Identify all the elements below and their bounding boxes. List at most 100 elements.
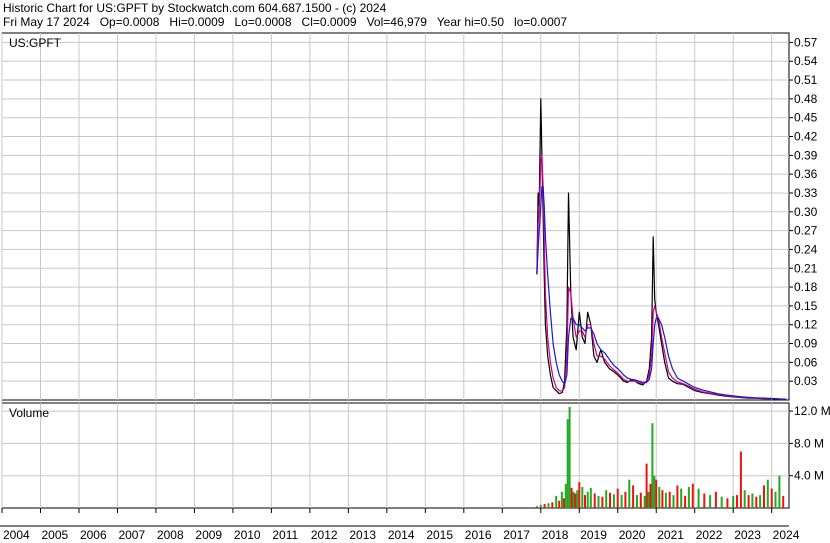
volume-bar: [628, 479, 631, 508]
volume-bar: [570, 487, 573, 508]
price-tick-label: 0.57: [794, 35, 818, 49]
volume-label: Volume: [9, 406, 49, 420]
volume-bar: [651, 423, 654, 508]
price-tick-label: 0.36: [794, 167, 818, 181]
volume-bar: [555, 495, 558, 508]
volume-bar: [766, 479, 769, 508]
volume-bar: [743, 490, 746, 508]
volume-bar: [736, 495, 738, 508]
volume-panel: [1, 402, 790, 509]
volume-bar: [639, 492, 642, 508]
price-tick-label: 0.06: [794, 355, 818, 369]
price-tick-label: 0.54: [794, 54, 818, 68]
volume-bar: [714, 491, 717, 508]
x-tick-label: 2004: [3, 528, 30, 542]
x-tick-label: 2023: [734, 528, 761, 542]
volume-bar: [620, 495, 623, 508]
x-tick-label: 2011: [272, 528, 298, 542]
chart-canvas: 0.57 0.54 0.51 0.48 0.45 0.42 0.39 0.36 0.33 0.30…: [0, 32, 830, 542]
volume-bar: [539, 504, 542, 508]
volume-bar: [655, 479, 658, 508]
volume-bar: [668, 491, 671, 508]
price-axis: 0.57 0.54 0.51 0.48 0.45 0.42 0.39 0.36 0.33 0.30…: [789, 35, 818, 388]
volume-bar: [576, 490, 579, 508]
price-tick-label: 0.03: [794, 374, 818, 388]
x-tick-label: 2016: [465, 528, 492, 542]
volume-bar: [676, 485, 679, 508]
price-tick-label: 0.24: [794, 242, 818, 256]
volume-bar: [684, 495, 687, 508]
volume-bar: [691, 483, 694, 508]
volume-bar: [653, 475, 656, 508]
price-tick-label: 0.42: [794, 130, 818, 144]
volume-bar: [664, 492, 667, 508]
x-tick-label: 2008: [157, 528, 184, 542]
volume-bar: [616, 488, 619, 508]
x-tick-label: 2020: [619, 528, 646, 542]
price-tick-label: 0.30: [794, 205, 818, 219]
time-axis: 2004 2005 2006 2007 2008 2009 2010 2011 2012 2013…: [0, 508, 800, 542]
volume-bar: [601, 496, 604, 508]
volume-bar: [568, 407, 571, 508]
x-tick-label: 2007: [118, 528, 145, 542]
price-tick-label: 0.51: [794, 73, 818, 87]
volume-bar: [572, 491, 575, 508]
volume-tick-label: 8.0 M: [794, 436, 824, 450]
volume-bar: [624, 491, 627, 508]
volume-bar: [609, 492, 611, 508]
volume-bar: [612, 494, 615, 508]
volume-bar: [672, 495, 675, 508]
x-tick-label: 2021: [657, 528, 684, 542]
price-tick-label: 0.45: [794, 111, 818, 125]
volume-bar: [697, 488, 700, 508]
price-tick-label: 0.21: [794, 261, 818, 275]
volume-bar: [581, 487, 584, 508]
volume-bar: [551, 502, 554, 508]
x-tick-label: 2012: [311, 528, 338, 542]
price-tick-label: 0.12: [794, 318, 818, 332]
price-panel: [1, 32, 790, 401]
volume-bar: [645, 463, 648, 508]
price-tick-label: 0.09: [794, 337, 818, 351]
volume-bar: [535, 506, 538, 508]
volume-bar: [661, 490, 664, 508]
volume-axis: 12.0 M 8.0 M 4.0 M: [789, 404, 830, 483]
x-tick-label: 2024: [773, 528, 800, 542]
volume-bar: [593, 493, 596, 508]
volume-bar: [632, 485, 635, 508]
x-tick-label: 2014: [388, 528, 415, 542]
volume-bar: [778, 475, 781, 508]
volume-bar: [726, 498, 729, 508]
volume-bar: [643, 495, 646, 508]
volume-bar: [755, 496, 758, 508]
volume-bar: [547, 503, 550, 508]
volume-bar: [578, 482, 581, 508]
volume-bar: [564, 483, 567, 508]
volume-bar: [747, 495, 750, 508]
volume-bar: [720, 496, 723, 508]
volume-bar: [647, 491, 650, 508]
price-tick-label: 0.39: [794, 148, 818, 162]
volume-bar: [558, 500, 561, 508]
volume-bar: [566, 419, 569, 508]
x-tick-label: 2017: [503, 528, 530, 542]
volume-bar: [560, 491, 563, 508]
volume-bar: [774, 491, 777, 508]
volume-bar: [589, 487, 592, 508]
volume-bar: [649, 483, 652, 508]
volume-bar: [739, 451, 742, 508]
volume-tick-label: 4.0 M: [794, 469, 824, 483]
volume-bar: [687, 487, 690, 508]
x-tick-label: 2019: [580, 528, 607, 542]
volume-tick-label: 12.0 M: [794, 404, 830, 418]
volume-bar: [763, 485, 765, 508]
price-tick-label: 0.18: [794, 280, 818, 294]
volume-bar: [586, 491, 589, 508]
x-tick-label: 2010: [234, 528, 261, 542]
volume-bar: [770, 488, 773, 508]
volume-bar: [703, 493, 706, 508]
volume-bar: [680, 488, 683, 508]
volume-bar: [605, 490, 608, 508]
volume-bar: [636, 495, 638, 508]
price-tick-label: 0.33: [794, 186, 818, 200]
